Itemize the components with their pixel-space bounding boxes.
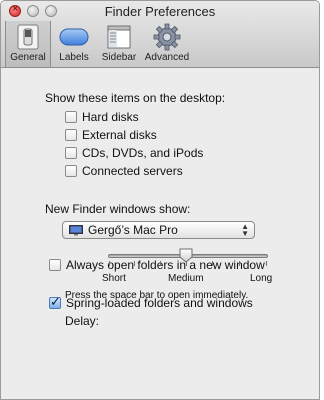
tab-sidebar[interactable]: Sidebar [97, 21, 141, 66]
always-open-label: Always open folders in a new window [66, 258, 265, 272]
window-title: Finder Preferences [104, 4, 216, 19]
tab-labels[interactable]: Labels [51, 21, 97, 66]
tab-label: Sidebar [101, 52, 137, 63]
connected-servers-checkbox[interactable] [65, 165, 77, 177]
delay-slider-knob[interactable] [179, 248, 193, 263]
delay-scale-long: Long [250, 273, 273, 284]
tab-label: Advanced [144, 52, 190, 63]
slider-tick [212, 261, 213, 266]
label-pill-icon [59, 24, 89, 50]
delay-scale-medium: Medium [168, 273, 204, 284]
removable-media-checkbox-row[interactable]: CDs, DVDs, and iPods [65, 146, 203, 160]
hard-disks-checkbox[interactable] [65, 111, 77, 123]
hard-disks-checkbox-row[interactable]: Hard disks [65, 110, 139, 124]
finder-preferences-window: Finder Preferences General [0, 0, 320, 400]
spring-loaded-checkbox[interactable] [49, 294, 61, 310]
popup-arrows-icon: ▲ ▼ [241, 222, 249, 238]
switch-icon [13, 24, 43, 50]
slider-tick [239, 261, 240, 266]
background-edge [320, 0, 324, 400]
removable-media-checkbox[interactable] [65, 147, 77, 159]
general-pane: Show these items on the desktop: Hard di… [1, 68, 319, 399]
external-disks-label: External disks [82, 128, 157, 142]
tab-label: General [10, 52, 46, 63]
removable-media-label: CDs, DVDs, and iPods [82, 146, 204, 160]
connected-servers-label: Connected servers [82, 164, 183, 178]
tab-advanced[interactable]: Advanced [141, 21, 193, 66]
delay-label: Delay: [65, 314, 100, 328]
slider-tick [134, 261, 135, 266]
external-disks-checkbox-row[interactable]: External disks [65, 128, 157, 142]
slider-tick [160, 261, 161, 266]
desktop-items-heading: Show these items on the desktop: [45, 91, 226, 105]
tab-general[interactable]: General [5, 21, 51, 67]
hard-disks-label: Hard disks [82, 110, 139, 124]
external-disks-checkbox[interactable] [65, 129, 77, 141]
always-open-checkbox[interactable] [49, 259, 61, 271]
new-window-target-popup[interactable]: Gergő’s Mac Pro ▲ ▼ [62, 221, 255, 239]
toolbar: Finder Preferences General [1, 1, 319, 68]
always-open-checkbox-row[interactable]: Always open folders in a new window [49, 258, 265, 272]
tab-label: Labels [59, 52, 89, 63]
sidebar-window-icon [104, 24, 134, 50]
computer-icon [69, 224, 83, 235]
connected-servers-checkbox-row[interactable]: Connected servers [65, 164, 183, 178]
new-window-target-value: Gergő’s Mac Pro [88, 223, 178, 237]
delay-scale-short: Short [102, 273, 126, 284]
slider-tick [266, 261, 267, 266]
new-window-heading: New Finder windows show: [45, 202, 191, 216]
preference-tabs: General Labels Sidebar Advanced [5, 21, 193, 67]
space-bar-hint: Press the space bar to open immediately. [65, 290, 249, 301]
slider-tick [109, 261, 110, 266]
gear-icon [152, 23, 182, 51]
